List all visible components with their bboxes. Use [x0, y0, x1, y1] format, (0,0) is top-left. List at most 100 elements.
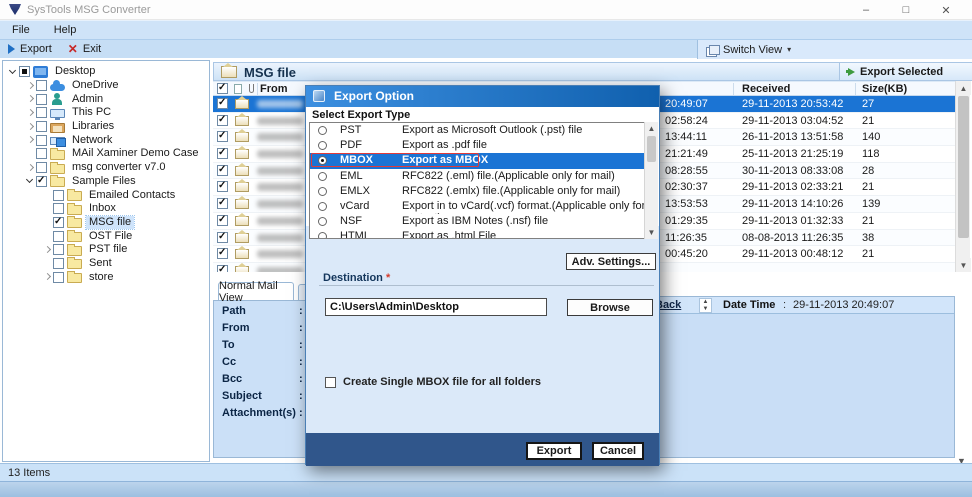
list-scroll-up-icon[interactable]: ▲ — [645, 122, 658, 135]
row-checkbox[interactable] — [217, 114, 228, 126]
row-checkbox[interactable] — [217, 264, 228, 272]
tree-checkbox[interactable] — [36, 134, 47, 146]
tree-checkbox[interactable] — [36, 148, 47, 160]
tab-normal-mail-view[interactable]: Normal Mail View — [218, 280, 294, 304]
radio-icon[interactable] — [318, 186, 327, 196]
tree-item-label[interactable]: OneDrive — [69, 79, 121, 92]
minimize-button[interactable]: – — [846, 0, 886, 20]
tree-item[interactable]: Network — [3, 133, 209, 148]
tree-checkbox[interactable] — [19, 66, 30, 78]
expander-icon[interactable] — [24, 107, 36, 119]
export-type-option[interactable]: vCard Export in to vCard(.vcf) format.(A… — [310, 198, 657, 224]
tree-checkbox[interactable] — [53, 230, 64, 242]
scroll-down-icon[interactable]: ▼ — [956, 258, 971, 272]
tree-item-label[interactable]: Admin — [69, 93, 106, 106]
radio-icon[interactable] — [318, 232, 327, 238]
column-header-size[interactable]: Size(KB) — [862, 83, 907, 95]
expander-icon[interactable] — [24, 134, 36, 146]
expander-icon[interactable] — [41, 216, 53, 228]
single-mbox-checkbox[interactable] — [325, 376, 336, 388]
single-mbox-option[interactable]: Create Single MBOX file for all folders — [325, 376, 541, 388]
row-checkbox[interactable] — [217, 247, 228, 260]
tree-item[interactable]: Emailed Contacts — [3, 188, 209, 202]
export-type-option[interactable]: EML RFC822 (.eml) file.(Applicable only … — [310, 168, 657, 184]
tree-item-label[interactable]: Libraries — [69, 120, 117, 133]
expander-icon[interactable] — [24, 80, 36, 92]
expander-icon[interactable] — [24, 148, 36, 160]
menu-file[interactable]: File — [0, 21, 42, 39]
expander-icon[interactable] — [24, 175, 36, 187]
expander-icon[interactable] — [24, 162, 36, 174]
tree-item[interactable]: OST File — [3, 229, 209, 243]
tree-item-label[interactable]: Sent — [86, 257, 115, 270]
tree-item-label[interactable]: This PC — [69, 106, 114, 119]
radio-icon[interactable] — [318, 217, 327, 227]
tree-item-label[interactable]: MAil Xaminer Demo Case — [69, 147, 202, 160]
tree-item[interactable]: Inbox — [3, 202, 209, 216]
switch-view-button[interactable]: Switch View ▾ — [697, 40, 972, 59]
tree-checkbox[interactable] — [36, 121, 47, 133]
tree-item-label[interactable]: Emailed Contacts — [86, 189, 178, 202]
tree-item-label[interactable]: Desktop — [52, 65, 98, 78]
select-all-checkbox[interactable] — [217, 82, 228, 94]
expander-icon[interactable] — [41, 189, 53, 201]
maximize-button[interactable]: □ — [886, 0, 926, 20]
export-selected-button[interactable]: Export Selected — [839, 63, 972, 80]
export-type-option[interactable]: MBOX Export as MBOX — [310, 153, 657, 169]
export-type-option[interactable]: PDF Export as .pdf file — [310, 138, 657, 154]
radio-icon[interactable] — [318, 201, 327, 211]
row-checkbox[interactable] — [217, 197, 228, 210]
tree-checkbox[interactable] — [53, 189, 64, 201]
tree-checkbox[interactable] — [36, 93, 47, 105]
radio-icon[interactable] — [318, 126, 327, 135]
row-checkbox[interactable] — [217, 97, 228, 109]
expander-icon[interactable] — [41, 244, 53, 256]
tree-checkbox[interactable] — [53, 257, 64, 269]
column-header-from[interactable]: From — [260, 83, 288, 95]
scroll-up-icon[interactable]: ▲ — [956, 81, 971, 95]
tree-item[interactable]: msg converter v7.0 — [3, 161, 209, 175]
expander-icon[interactable] — [41, 203, 53, 215]
spinner-control[interactable]: ▲ ▼ — [699, 298, 712, 313]
tree-item-label[interactable]: MSG file — [84, 214, 136, 230]
tree-item[interactable]: This PC — [3, 106, 209, 121]
export-type-option[interactable]: HTML Export as .html File — [310, 229, 657, 238]
tree-checkbox[interactable] — [53, 216, 64, 228]
tree-item[interactable]: store — [3, 270, 209, 284]
list-scrollbar-thumb[interactable] — [647, 136, 656, 162]
tree-item-label[interactable]: PST file — [86, 243, 130, 256]
table-scrollbar[interactable]: ▲ ▼ — [955, 81, 971, 272]
tree-checkbox[interactable] — [36, 175, 47, 187]
export-toolbar-button[interactable]: Export — [0, 40, 60, 58]
tree-checkbox[interactable] — [53, 203, 64, 215]
exit-toolbar-button[interactable]: ✕ Exit — [60, 40, 109, 58]
expander-icon[interactable] — [41, 271, 53, 283]
expander-icon[interactable] — [24, 121, 36, 133]
export-type-option[interactable]: NSF Export as IBM Notes (.nsf) file — [310, 214, 657, 230]
browse-button[interactable]: Browse — [567, 299, 653, 316]
tree-item[interactable]: Sent — [3, 257, 209, 271]
tree-checkbox[interactable] — [36, 80, 47, 92]
row-checkbox[interactable] — [217, 214, 228, 226]
row-checkbox[interactable] — [217, 231, 228, 243]
expander-icon[interactable] — [41, 230, 53, 242]
tree-item[interactable]: Sample Files — [3, 175, 209, 189]
expander-icon[interactable] — [41, 257, 53, 269]
row-checkbox[interactable] — [217, 164, 228, 176]
tree-checkbox[interactable] — [53, 271, 64, 283]
tree-item-label[interactable]: Network — [69, 134, 115, 147]
cancel-button[interactable]: Cancel — [592, 442, 644, 460]
close-button[interactable]: ✕ — [926, 0, 966, 20]
column-header-received[interactable]: Received — [742, 83, 790, 95]
row-checkbox[interactable] — [217, 147, 228, 160]
scrollbar-thumb[interactable] — [958, 96, 969, 238]
tree-item[interactable]: Desktop — [3, 65, 209, 79]
radio-icon[interactable] — [318, 171, 327, 181]
export-type-option[interactable]: EMLX RFC822 (.emlx) file.(Applicable onl… — [310, 183, 657, 199]
tree-item[interactable]: MAil Xaminer Demo Case — [3, 147, 209, 161]
tree-item-label[interactable]: msg converter v7.0 — [69, 161, 169, 174]
export-button[interactable]: Export — [526, 442, 582, 460]
radio-icon[interactable] — [318, 141, 327, 151]
tree-checkbox[interactable] — [53, 244, 64, 256]
row-checkbox[interactable] — [217, 180, 228, 193]
